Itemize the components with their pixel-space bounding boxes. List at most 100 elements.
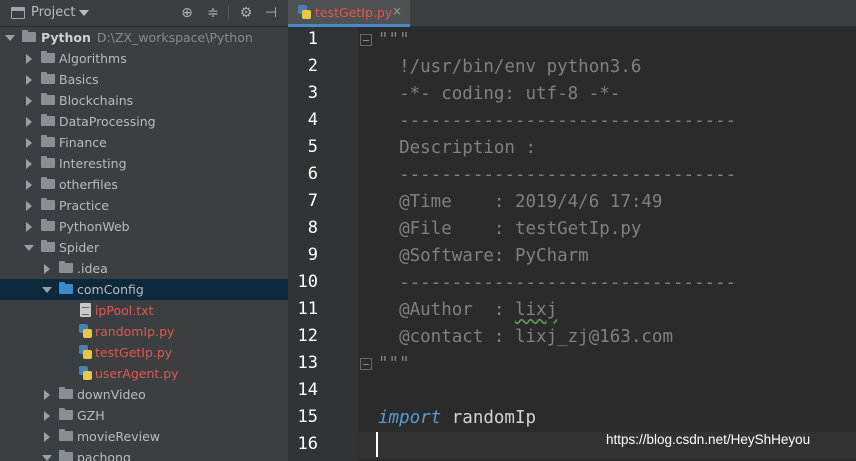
- chevron-down-icon[interactable]: [79, 10, 89, 16]
- folder-icon: [59, 387, 73, 399]
- project-view-title[interactable]: Project: [31, 5, 75, 20]
- tree-item-downvideo[interactable]: downVideo: [0, 384, 288, 405]
- tree-item-pachong[interactable]: pachong: [0, 447, 288, 461]
- tree-item-label: Practice: [59, 198, 109, 213]
- chevron-right-icon[interactable]: [26, 96, 32, 106]
- chevron-right-icon[interactable]: [26, 222, 32, 232]
- line-number: 15: [297, 407, 318, 427]
- tree-item-label: ipPool.txt: [95, 303, 154, 318]
- code-line: --------------------------------: [378, 165, 737, 185]
- chevron-right-icon[interactable]: [26, 180, 32, 190]
- tree-item-idea[interactable]: .idea: [0, 258, 288, 279]
- chevron-right-icon[interactable]: [44, 432, 50, 442]
- code-line: @Author : lixj: [378, 300, 558, 320]
- folder-icon: [22, 30, 36, 42]
- author-name: lixj: [514, 300, 558, 320]
- chevron-right-icon[interactable]: [26, 117, 32, 127]
- tree-item-ippool-txt[interactable]: ipPool.txt: [0, 300, 288, 321]
- code-line: @Software: PyCharm: [378, 246, 589, 266]
- keyword-import: import: [378, 408, 442, 428]
- tree-item-label: .idea: [77, 261, 108, 276]
- project-toolbar: Project ⊕ ≑ ⚙ ⊣: [0, 0, 288, 27]
- chevron-right-icon[interactable]: [26, 159, 32, 169]
- module-name: randomIp: [441, 408, 537, 428]
- folder-icon: [59, 429, 73, 441]
- chevron-right-icon[interactable]: [44, 390, 50, 400]
- tree-item-gzh[interactable]: GZH: [0, 405, 288, 426]
- folder-icon: [41, 114, 55, 126]
- folder-icon: [41, 93, 55, 105]
- code-line: """: [378, 30, 410, 50]
- collapse-icon[interactable]: ≑: [205, 5, 221, 21]
- chevron-right-icon[interactable]: [26, 201, 32, 211]
- code-line: !/usr/bin/env python3.6: [378, 57, 642, 77]
- tree-item-pythonweb[interactable]: PythonWeb: [0, 216, 288, 237]
- toolbar-divider: [228, 5, 229, 21]
- project-window-icon: [11, 7, 25, 19]
- tree-item-testgetip-py[interactable]: testGetIp.py: [0, 342, 288, 363]
- tree-item-useragent-py[interactable]: userAgent.py: [0, 363, 288, 384]
- python-file-icon: [79, 366, 92, 380]
- tree-item-basics[interactable]: Basics: [0, 69, 288, 90]
- chevron-down-icon[interactable]: [5, 35, 15, 41]
- target-icon[interactable]: ⊕: [179, 5, 195, 21]
- tree-item-path: D:\ZX_workspace\Python: [96, 30, 253, 45]
- chevron-down-icon[interactable]: [42, 287, 52, 293]
- line-number: 1: [307, 29, 318, 49]
- tree-item-label: Finance: [59, 135, 107, 150]
- chevron-down-icon[interactable]: [24, 245, 34, 251]
- line-number: 12: [297, 326, 318, 346]
- line-number: 4: [307, 110, 318, 130]
- tree-item-algorithms[interactable]: Algorithms: [0, 48, 288, 69]
- chevron-right-icon[interactable]: [44, 264, 50, 274]
- python-file-icon: [79, 345, 92, 359]
- tree-item-dataprocessing[interactable]: DataProcessing: [0, 111, 288, 132]
- tree-item-label: userAgent.py: [95, 366, 179, 381]
- project-panel: Project ⊕ ≑ ⚙ ⊣ Python D:\ZX_workspace\Py…: [0, 0, 288, 461]
- line-number: 2: [307, 56, 318, 76]
- chevron-down-icon[interactable]: [42, 455, 52, 461]
- chevron-right-icon[interactable]: [26, 75, 32, 85]
- tree-item-blockchains[interactable]: Blockchains: [0, 90, 288, 111]
- text-file-icon: [80, 303, 91, 317]
- tree-item-otherfiles[interactable]: otherfiles: [0, 174, 288, 195]
- tree-item-label: Blockchains: [59, 93, 134, 108]
- line-number: 10: [297, 272, 318, 292]
- tree-item-finance[interactable]: Finance: [0, 132, 288, 153]
- code-area[interactable]: """ !/usr/bin/env python3.6 -*- coding: …: [358, 27, 856, 461]
- chevron-right-icon[interactable]: [44, 411, 50, 421]
- code-line: """: [378, 354, 410, 374]
- tree-item-label: pachong: [77, 450, 131, 461]
- tab-testgetip-py[interactable]: testGetIp.py ×: [288, 0, 410, 27]
- close-icon[interactable]: ×: [392, 4, 402, 18]
- editor-tab-bar: testGetIp.py ×: [288, 0, 856, 27]
- code-line: @File : testGetIp.py: [378, 219, 642, 239]
- tree-item-label: Basics: [59, 72, 99, 87]
- folder-icon: [59, 408, 73, 420]
- code-line: --------------------------------: [378, 111, 737, 131]
- code-line: --------------------------------: [378, 273, 737, 293]
- folder-icon: [41, 156, 55, 168]
- chevron-right-icon[interactable]: [26, 54, 32, 64]
- tree-item-comconfig[interactable]: comConfig: [0, 279, 288, 300]
- line-number: 14: [297, 380, 318, 400]
- tree-item-practice[interactable]: Practice: [0, 195, 288, 216]
- tree-item-randomip-py[interactable]: randomIp.py: [0, 321, 288, 342]
- tree-item-python[interactable]: Python D:\ZX_workspace\Python: [0, 27, 288, 48]
- line-number: 3: [307, 83, 318, 103]
- tree-item-label: Algorithms: [59, 51, 127, 66]
- tree-item-interesting[interactable]: Interesting: [0, 153, 288, 174]
- line-number: 5: [307, 137, 318, 157]
- hide-icon[interactable]: ⊣: [263, 5, 279, 21]
- tab-label: testGetIp.py: [315, 5, 393, 20]
- folder-icon: [41, 177, 55, 189]
- tree-item-label: downVideo: [77, 387, 146, 402]
- code-line: @contact : lixj_zj@163.com: [378, 327, 674, 347]
- tree-item-spider[interactable]: Spider: [0, 237, 288, 258]
- tree-item-moviereview[interactable]: movieReview: [0, 426, 288, 447]
- watermark-url: https://blog.csdn.net/HeyShHeyou: [606, 432, 811, 447]
- chevron-right-icon[interactable]: [26, 138, 32, 148]
- line-number: 9: [307, 245, 318, 265]
- gear-icon[interactable]: ⚙: [238, 5, 254, 21]
